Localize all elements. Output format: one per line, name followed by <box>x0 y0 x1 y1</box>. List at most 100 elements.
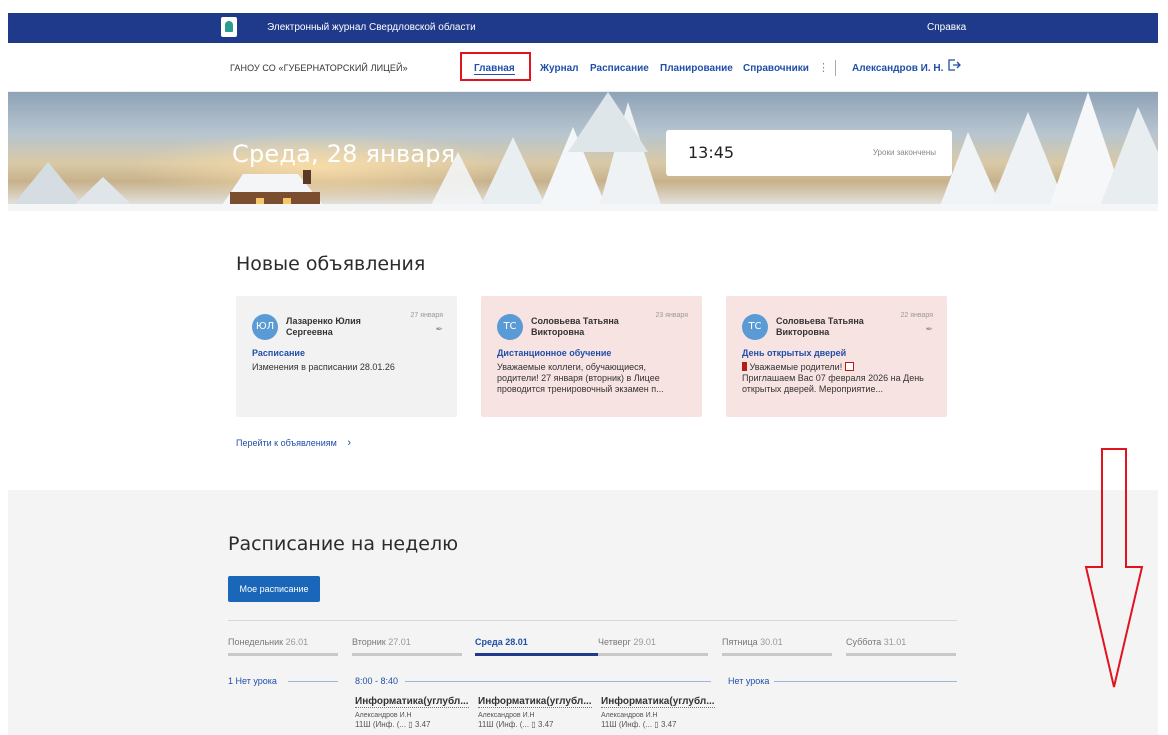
nav-planning[interactable]: Планирование <box>660 63 733 74</box>
announcement-date: 22 января <box>900 312 933 319</box>
winter-landscape-image <box>8 92 1158 211</box>
lesson-group: 11Ш (Инф. (... <box>355 720 407 729</box>
clock-card: 13:45 Уроки закончены <box>666 130 952 176</box>
row-divider <box>774 681 957 682</box>
top-bar: Электронный журнал Свердловской области … <box>8 13 1158 43</box>
day-date: 31.01 <box>883 637 907 647</box>
app-title: Электронный журнал Свердловской области <box>267 22 476 33</box>
tab-thursday[interactable]: Четверг 29.01 <box>598 637 708 656</box>
day-tab-indicator <box>352 653 462 656</box>
tab-tuesday[interactable]: Вторник 27.01 <box>352 637 462 656</box>
lesson-teacher: Александров И.Н <box>355 712 412 719</box>
nav-divider <box>835 60 836 76</box>
lesson-card[interactable]: Информатика(углубл... Александров И.Н 11… <box>478 691 593 729</box>
day-date: 28.01 <box>505 637 528 647</box>
row-divider <box>288 681 338 682</box>
tab-saturday[interactable]: Суббота 31.01 <box>846 637 956 656</box>
announcement-card[interactable]: ТС Соловьева Татьяна Викторовна 22 январ… <box>726 296 947 417</box>
user-name[interactable]: Александров И. Н. <box>852 63 943 74</box>
lesson-name: Информатика(углубл... <box>601 696 715 708</box>
tab-monday[interactable]: Понедельник 26.01 <box>228 637 338 656</box>
announcements-title: Новые объявления <box>236 253 426 275</box>
day-tab-indicator <box>598 653 708 656</box>
all-announcements-label: Перейти к объявлениям <box>236 438 337 448</box>
chevron-right-icon: › <box>347 437 352 449</box>
current-date: Среда, 28 января <box>232 140 456 168</box>
help-link[interactable]: Справка <box>927 22 966 33</box>
red-book-icon <box>742 362 747 371</box>
day-date: 30.01 <box>760 637 783 647</box>
schedule-title: Расписание на неделю <box>228 533 459 555</box>
attachment-icon: ✒ <box>925 324 933 334</box>
logout-icon[interactable] <box>947 58 961 72</box>
scroll-down-arrow-icon <box>1084 448 1144 688</box>
all-announcements-link[interactable]: Перейти к объявлениям › <box>236 437 351 449</box>
tab-wednesday[interactable]: Среда 28.01 <box>475 637 598 656</box>
announcement-author: Соловьева Татьяна Викторовна <box>531 316 619 337</box>
lesson-group: 11Ш (Инф. (... <box>478 720 530 729</box>
current-time: 13:45 <box>688 143 735 162</box>
row-divider <box>405 681 711 682</box>
organization-name: ГАНОУ СО «ГУБЕРНАТОРСКИЙ ЛИЦЕЙ» <box>230 63 408 73</box>
announcement-body: Уважаемые коллеги, обучающиеся, родители… <box>497 362 664 394</box>
announcement-author: Лазаренко Юлия Сергеевна <box>286 316 361 337</box>
lesson-group: 11Ш (Инф. (... <box>601 720 653 729</box>
day-date: 27.01 <box>388 637 411 647</box>
announcement-text: Приглашаем Вас 07 февраля 2026 на День о… <box>742 373 924 394</box>
avatar: ЮЛ <box>252 314 278 340</box>
room-icon: ▯ <box>654 720 659 729</box>
day-tab-indicator <box>228 653 338 656</box>
avatar: ТС <box>742 314 768 340</box>
page: Электронный журнал Свердловской области … <box>0 0 1168 735</box>
announcement-date: 23 января <box>655 312 688 319</box>
more-menu-icon[interactable]: ⋮ <box>818 61 829 74</box>
lesson-room: 11Ш (Инф. (... ▯ 3.47 <box>478 720 593 729</box>
calendar-icon <box>844 362 854 371</box>
lesson-room-number: 3.47 <box>414 720 431 729</box>
day-date: 26.01 <box>285 637 309 647</box>
lesson-room: 11Ш (Инф. (... ▯ 3.47 <box>601 720 716 729</box>
announcement-body: Изменения в расписании 28.01.26 <box>252 362 395 372</box>
lessons-status: Уроки закончены <box>872 148 936 157</box>
day-tab-indicator <box>846 653 956 656</box>
hero-banner: Среда, 28 января 13:45 Уроки закончены <box>8 92 1158 211</box>
lesson-card[interactable]: Информатика(углубл... Александров И.Н 11… <box>355 691 470 729</box>
my-schedule-button[interactable]: Мое расписание <box>228 576 320 602</box>
lesson-teacher: Александров И.Н <box>478 712 535 719</box>
friday-no-lesson: Нет урока <box>728 676 770 686</box>
home-highlight-annotation <box>460 52 531 81</box>
announcement-date: 27 января <box>410 312 443 319</box>
attachment-icon: ✒ <box>435 324 443 334</box>
lesson-name: Информатика(углубл... <box>478 696 592 708</box>
lesson-time-slot: 8:00 - 8:40 <box>355 676 399 686</box>
day-name: Четверг <box>598 637 631 647</box>
announcement-subject: Дистанционное обучение <box>497 348 612 358</box>
lesson-room: 11Ш (Инф. (... ▯ 3.47 <box>355 720 470 729</box>
announcement-author: Соловьева Татьяна Викторовна <box>776 316 864 337</box>
day-name: Понедельник <box>228 637 284 647</box>
day-name: Суббота <box>846 637 882 647</box>
day-tab-indicator <box>722 653 832 656</box>
day-name: Вторник <box>352 637 386 647</box>
room-icon: ▯ <box>531 720 536 729</box>
main-nav: ГАНОУ СО «ГУБЕРНАТОРСКИЙ ЛИЦЕЙ» Главная … <box>8 43 1158 92</box>
day-tab-indicator <box>475 653 598 656</box>
announcement-greeting: Уважаемые родители! <box>749 362 843 372</box>
announcement-subject: Расписание <box>252 348 305 358</box>
lesson-room-number: 3.47 <box>660 720 677 729</box>
monday-no-lesson: 1 Нет урока <box>228 676 277 686</box>
nav-schedule[interactable]: Расписание <box>590 63 649 74</box>
day-name: Среда <box>475 637 503 647</box>
nav-journal[interactable]: Журнал <box>540 63 579 74</box>
tab-friday[interactable]: Пятница 30.01 <box>722 637 832 656</box>
announcement-subject: День открытых дверей <box>742 348 847 358</box>
lesson-teacher: Александров И.Н <box>601 712 658 719</box>
nav-references[interactable]: Справочники <box>743 63 809 74</box>
avatar: ТС <box>497 314 523 340</box>
announcement-card[interactable]: ТС Соловьева Татьяна Викторовна 23 январ… <box>481 296 702 417</box>
schedule-divider <box>228 620 957 621</box>
day-name: Пятница <box>722 637 758 647</box>
lesson-card[interactable]: Информатика(углубл... Александров И.Н 11… <box>601 691 716 729</box>
region-logo-icon[interactable] <box>221 17 237 37</box>
announcement-card[interactable]: ЮЛ Лазаренко Юлия Сергеевна 27 января ✒ … <box>236 296 457 417</box>
